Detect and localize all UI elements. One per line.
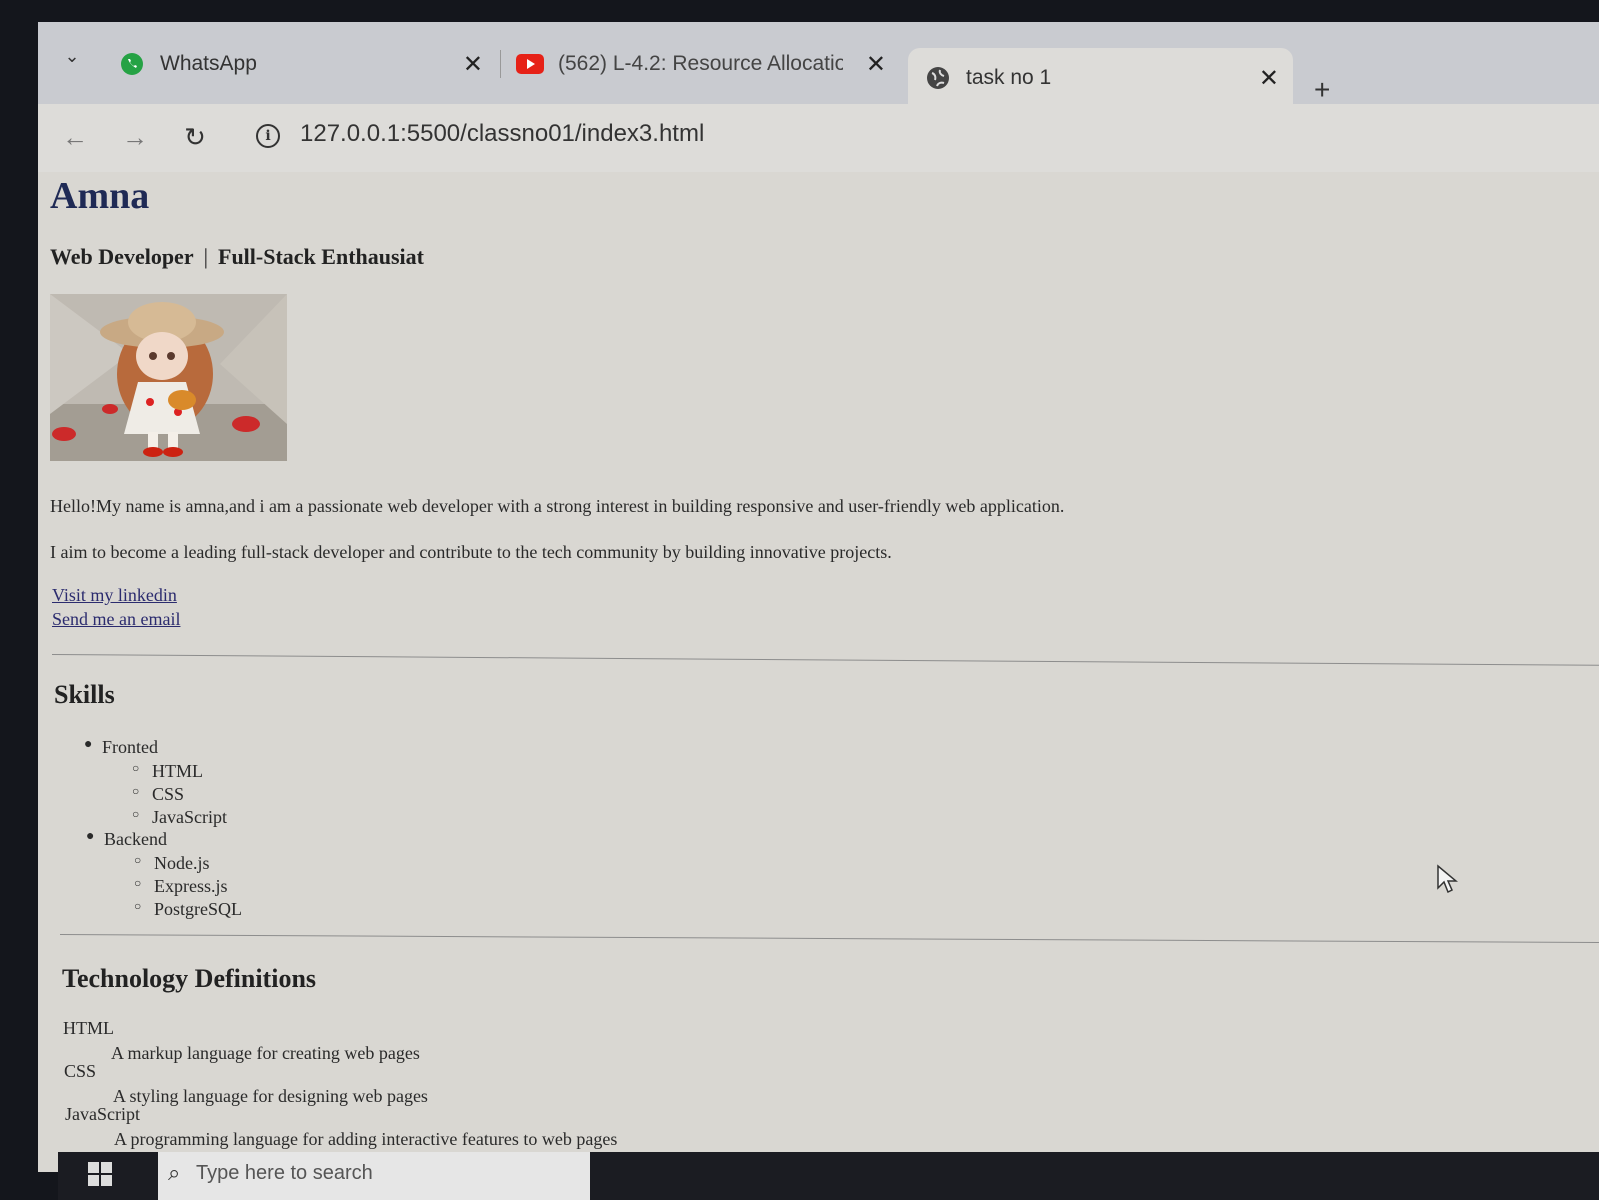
site-info-icon[interactable]: i — [256, 124, 280, 148]
circle-bullet-icon: ○ — [134, 899, 142, 913]
tab-search-chevron-icon[interactable]: ⌄ — [60, 44, 84, 68]
globe-icon — [924, 64, 952, 92]
reload-icon[interactable]: ↻ — [180, 122, 210, 153]
youtube-icon — [516, 50, 544, 78]
list-item: ○ CSS — [132, 784, 185, 804]
circle-bullet-icon: ○ — [132, 761, 140, 775]
whatsapp-icon — [118, 50, 146, 78]
list-item: ○ Node.js — [134, 853, 210, 873]
email-link[interactable]: Send me an email — [52, 609, 180, 630]
divider — [59, 934, 1599, 944]
list-item: ○ Express.js — [134, 876, 228, 896]
tab-strip: ⌄ WhatsApp ✕ (562) L-4.2: Resource Alloc… — [38, 22, 1599, 108]
circle-bullet-icon: ○ — [132, 784, 140, 798]
search-placeholder: Type here to search — [196, 1162, 373, 1184]
address-toolbar: ← → ↻ i 127.0.0.1:5500/classno01/index3.… — [38, 104, 1599, 172]
tab-youtube[interactable]: (562) L-4.2: Resource Allocation ✕ — [516, 36, 886, 92]
subtitle-role: Web Developer — [50, 244, 194, 269]
subtitle-tagline: Full-Stack Enthausiat — [218, 244, 424, 269]
definition-term: JavaScript — [65, 1104, 140, 1124]
definition-term: CSS — [64, 1061, 97, 1081]
search-icon: ⌕ — [168, 1160, 181, 1185]
list-item: ○ JavaScript — [132, 807, 227, 827]
linkedin-link[interactable]: Visit my linkedin — [52, 585, 177, 606]
page-content: Amna Web Developer | Full-Stack Enthausiat — [38, 172, 1599, 1172]
back-arrow-icon[interactable]: ← — [60, 122, 90, 153]
intro-paragraph: Hello!My name is amna,and i am a passion… — [50, 496, 1065, 516]
browser-window: ⌄ WhatsApp ✕ (562) L-4.2: Resource Alloc… — [38, 22, 1599, 1172]
taskbar-search[interactable]: ⌕ Type here to search — [158, 1152, 590, 1200]
new-tab-plus-icon[interactable]: + — [1314, 74, 1330, 106]
bullet-icon: ● — [84, 737, 93, 752]
divider — [51, 654, 1599, 666]
page-subtitle: Web Developer | Full-Stack Enthausiat — [50, 244, 424, 270]
tab-whatsapp[interactable]: WhatsApp ✕ — [118, 36, 483, 92]
list-item-label: Fronted — [102, 737, 158, 757]
subtitle-separator: | — [203, 244, 208, 269]
skill-group-frontend: ● Fronted — [84, 737, 158, 758]
circle-bullet-icon: ○ — [134, 876, 142, 890]
profile-image — [50, 294, 287, 461]
circle-bullet-icon: ○ — [132, 807, 140, 821]
close-icon[interactable]: ✕ — [1259, 64, 1279, 93]
tab-title: WhatsApp — [160, 52, 257, 75]
circle-bullet-icon: ○ — [134, 853, 142, 867]
definition-description: A styling language for designing web pag… — [113, 1086, 428, 1106]
technology-definitions-heading: Technology Definitions — [62, 964, 317, 993]
page-title: Amna — [50, 175, 150, 217]
tab-separator — [500, 50, 501, 78]
close-icon[interactable]: ✕ — [866, 50, 886, 79]
list-item-label: Backend — [104, 829, 167, 849]
bullet-icon: ● — [86, 829, 95, 844]
list-item: ○ HTML — [132, 761, 203, 781]
taskbar: ⌕ Type here to search — [58, 1152, 1599, 1200]
mouse-pointer-icon — [1436, 864, 1459, 899]
close-icon[interactable]: ✕ — [463, 50, 483, 79]
definition-description: A programming language for adding intera… — [114, 1129, 618, 1149]
definition-description: A markup language for creating web pages — [111, 1043, 420, 1063]
skill-group-backend: ● Backend — [86, 829, 167, 850]
tab-title: task no 1 — [966, 66, 1052, 89]
tab-title: (562) L-4.2: Resource Allocation — [558, 52, 843, 75]
list-item: ○ PostgreSQL — [134, 899, 243, 919]
windows-start-icon[interactable] — [88, 1162, 112, 1186]
definition-term: HTML — [63, 1018, 114, 1038]
tab-task-no-1[interactable]: task no 1 ✕ — [908, 48, 1293, 108]
address-bar-url[interactable]: 127.0.0.1:5500/classno01/index3.html — [300, 120, 704, 148]
goal-paragraph: I aim to become a leading full-stack dev… — [50, 542, 892, 562]
skills-heading: Skills — [54, 680, 115, 709]
forward-arrow-icon[interactable]: → — [120, 122, 150, 153]
